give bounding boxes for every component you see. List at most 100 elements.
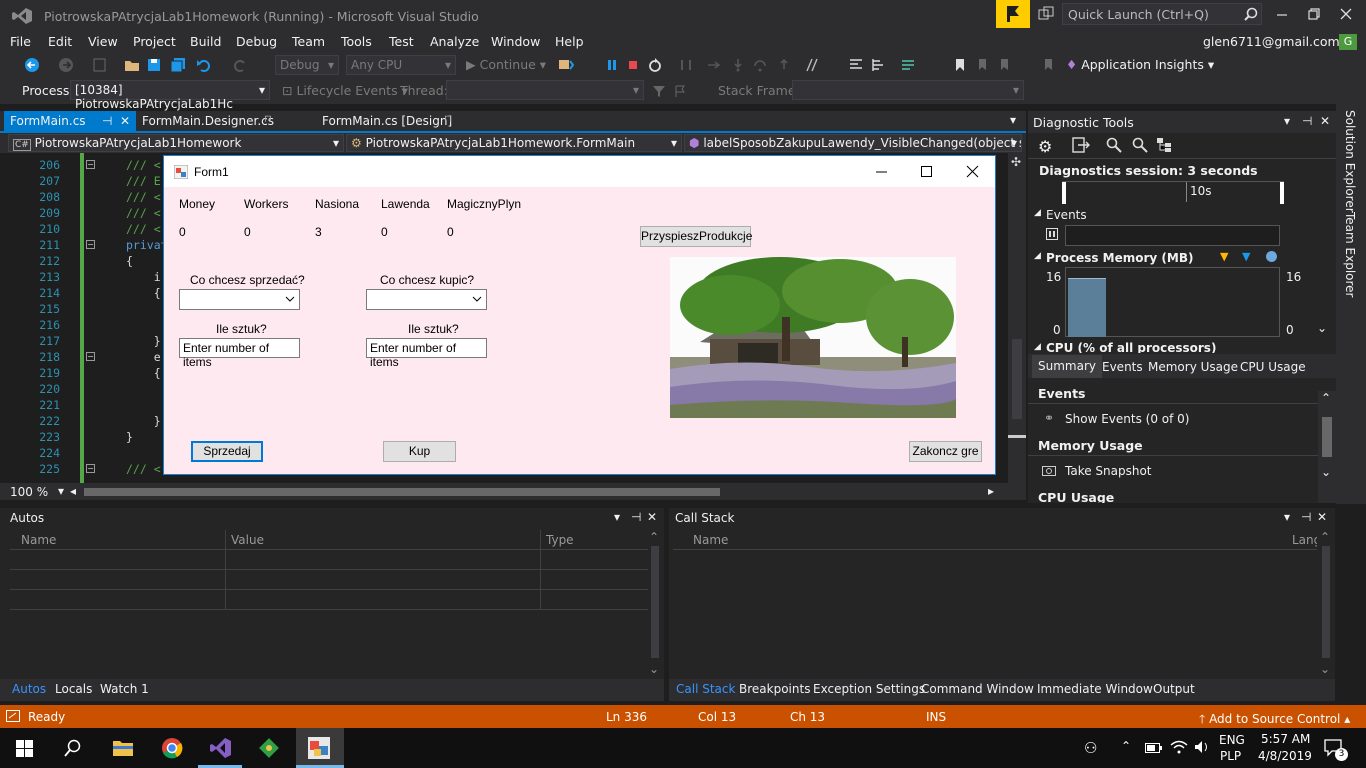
close-button[interactable] — [1338, 6, 1354, 22]
scroll-left-icon[interactable]: ◂ — [70, 484, 76, 498]
tab-summary[interactable]: Summary — [1032, 355, 1102, 378]
tab-events[interactable]: Events — [1102, 360, 1143, 374]
live-share-icon[interactable] — [1038, 6, 1054, 22]
tab-breakpoints[interactable]: Breakpoints — [739, 682, 810, 696]
scroll-up-icon[interactable]: ⌃ — [1320, 530, 1330, 544]
people-icon[interactable]: ⚇ — [1084, 739, 1097, 757]
platform-dropdown[interactable]: Any CPU ▾ — [346, 55, 456, 75]
file-explorer-icon[interactable] — [112, 738, 134, 758]
menu-edit[interactable]: Edit — [48, 34, 72, 49]
windows-start-icon[interactable] — [16, 740, 33, 757]
menu-tools[interactable]: Tools — [341, 34, 372, 49]
chevron-down-icon[interactable]: ▾ — [58, 484, 64, 498]
sell-quantity-input[interactable]: Enter number of items — [179, 338, 300, 369]
prev-bookmark-icon[interactable] — [974, 57, 990, 73]
autos-grid[interactable]: Name Value Type — [10, 530, 648, 700]
comment-lines-icon[interactable] — [900, 57, 916, 73]
menu-debug[interactable]: Debug — [236, 34, 277, 49]
collapse-outline-icon[interactable]: − — [86, 464, 95, 473]
kup-button[interactable]: Kup — [383, 441, 456, 462]
battery-icon[interactable] — [1145, 742, 1163, 754]
undo-icon[interactable] — [196, 57, 212, 73]
new-project-icon[interactable] — [92, 57, 108, 73]
callstack-vscroll[interactable]: ⌃ ⌄ — [1319, 530, 1333, 678]
lifecycle-events-button[interactable]: ⊡ Lifecycle Events ▾ — [282, 83, 408, 98]
solution-explorer-tab[interactable]: Solution Explorer — [1343, 110, 1357, 213]
tab-formmain-designer-cs[interactable]: FormMain.Designer.cs ⊓ — [136, 111, 306, 131]
scroll-up-icon[interactable]: ⌃ — [1321, 391, 1331, 405]
collapse-outline-icon[interactable]: − — [86, 160, 95, 169]
form-minimize-button[interactable] — [874, 164, 890, 180]
tab-cpu-usage[interactable]: CPU Usage — [1240, 360, 1306, 374]
maximize-button[interactable] — [1306, 6, 1322, 22]
align-left-icon[interactable] — [848, 57, 864, 73]
process-dropdown[interactable]: [10384] PiotrowskaPAtrycjaLab1Hc ▾ — [70, 80, 270, 111]
chevron-down-icon[interactable]: ▾ — [614, 510, 620, 524]
pin-icon[interactable]: ⊣ — [1301, 510, 1311, 524]
minimize-button[interactable] — [1274, 6, 1290, 22]
open-file-icon[interactable] — [124, 57, 140, 73]
redo-icon[interactable] — [232, 57, 248, 73]
menu-help[interactable]: Help — [555, 34, 584, 49]
menu-project[interactable]: Project — [133, 34, 176, 49]
team-explorer-tab[interactable]: Team Explorer — [1343, 212, 1357, 298]
autos-col-name[interactable]: Name — [21, 533, 56, 547]
close-icon[interactable]: ✕ — [647, 510, 657, 524]
zakoncz-gre-button[interactable]: Zakoncz gre — [909, 441, 982, 462]
menu-test[interactable]: Test — [389, 34, 414, 49]
tab-watch-1[interactable]: Watch 1 — [100, 682, 149, 696]
chrome-icon[interactable] — [161, 737, 183, 759]
menu-build[interactable]: Build — [190, 34, 221, 49]
close-icon[interactable]: ✕ — [1320, 114, 1330, 128]
flag-threads-icon[interactable] — [674, 84, 688, 98]
clock-time[interactable]: 5:57 AM — [1261, 732, 1310, 746]
tab-call-stack[interactable]: Call Stack — [676, 682, 735, 696]
settings-gear-icon[interactable]: ⚙ — [1038, 137, 1052, 156]
split-icon[interactable]: ✣ — [1011, 155, 1021, 169]
tab-formmain-cs[interactable]: FormMain.cs ⊣ ✕ — [4, 111, 136, 131]
clear-bookmarks-icon[interactable] — [1040, 57, 1056, 73]
show-next-statement-icon[interactable] — [706, 57, 722, 73]
collapse-outline-icon[interactable]: − — [86, 352, 95, 361]
buy-quantity-input[interactable]: Enter number of items — [366, 338, 487, 369]
account-avatar[interactable]: G — [1339, 34, 1357, 50]
summary-vscroll[interactable]: ⌃ ⌄ — [1318, 391, 1336, 503]
table-row[interactable] — [10, 550, 648, 570]
przyspiesz-produkcje-button[interactable]: PrzyspieszProdukcje — [640, 226, 752, 247]
timeline-ruler[interactable]: 10s — [1062, 181, 1284, 204]
chevron-down-icon[interactable]: ▾ — [1284, 114, 1290, 128]
tab-formmain-design[interactable]: FormMain.cs [Design] ⊓ — [316, 111, 496, 131]
zoom-in-icon[interactable] — [1106, 137, 1122, 153]
step-over-icon[interactable] — [752, 57, 768, 73]
close-icon[interactable]: ✕ — [1317, 510, 1327, 524]
stack-frame-dropdown[interactable]: ▾ — [792, 80, 1024, 100]
export-icon[interactable] — [1072, 137, 1090, 153]
tab-output[interactable]: Output — [1153, 682, 1195, 696]
menu-window[interactable]: Window — [491, 34, 540, 49]
form-maximize-button[interactable] — [919, 164, 935, 180]
search-icon[interactable] — [1244, 7, 1258, 21]
autos-col-type[interactable]: Type — [546, 533, 574, 547]
chevron-down-icon[interactable]: ▾ — [1284, 510, 1290, 524]
tab-command-window[interactable]: Command Window — [921, 682, 1034, 696]
scroll-down-icon[interactable]: ⌄ — [1320, 662, 1330, 676]
callstack-col-lang[interactable]: Lang — [1292, 533, 1317, 547]
pause-events-icon[interactable] — [1046, 228, 1058, 240]
forward-icon[interactable] — [58, 57, 74, 73]
tab-exception-settings[interactable]: Exception Settings — [813, 682, 925, 696]
tab-locals[interactable]: Locals — [55, 682, 92, 696]
zoom-out-icon[interactable] — [1132, 137, 1148, 153]
horizontal-scroll-thumb[interactable] — [84, 488, 720, 496]
wifi-icon[interactable] — [1170, 740, 1188, 754]
scroll-thumb[interactable] — [1322, 546, 1330, 658]
close-icon[interactable]: ✕ — [120, 114, 130, 128]
zoom-level[interactable]: 100 % — [10, 485, 48, 499]
project-dropdown[interactable]: C# PiotrowskaPAtrycjaLab1Homework ▾ — [8, 134, 344, 152]
tab-autos[interactable]: Autos — [12, 682, 46, 696]
class-dropdown[interactable]: ⚙ PiotrowskaPAtrycjaLab1Homework.FormMai… — [346, 134, 682, 152]
clock-date[interactable]: 4/8/2019 — [1258, 749, 1312, 763]
collapse-outline-icon[interactable]: − — [86, 240, 95, 249]
cpu-collapse-icon[interactable]: ◢ — [1034, 342, 1041, 352]
taskbar-running-app[interactable] — [296, 728, 344, 768]
sprzedaj-button[interactable]: Sprzedaj — [191, 441, 263, 462]
